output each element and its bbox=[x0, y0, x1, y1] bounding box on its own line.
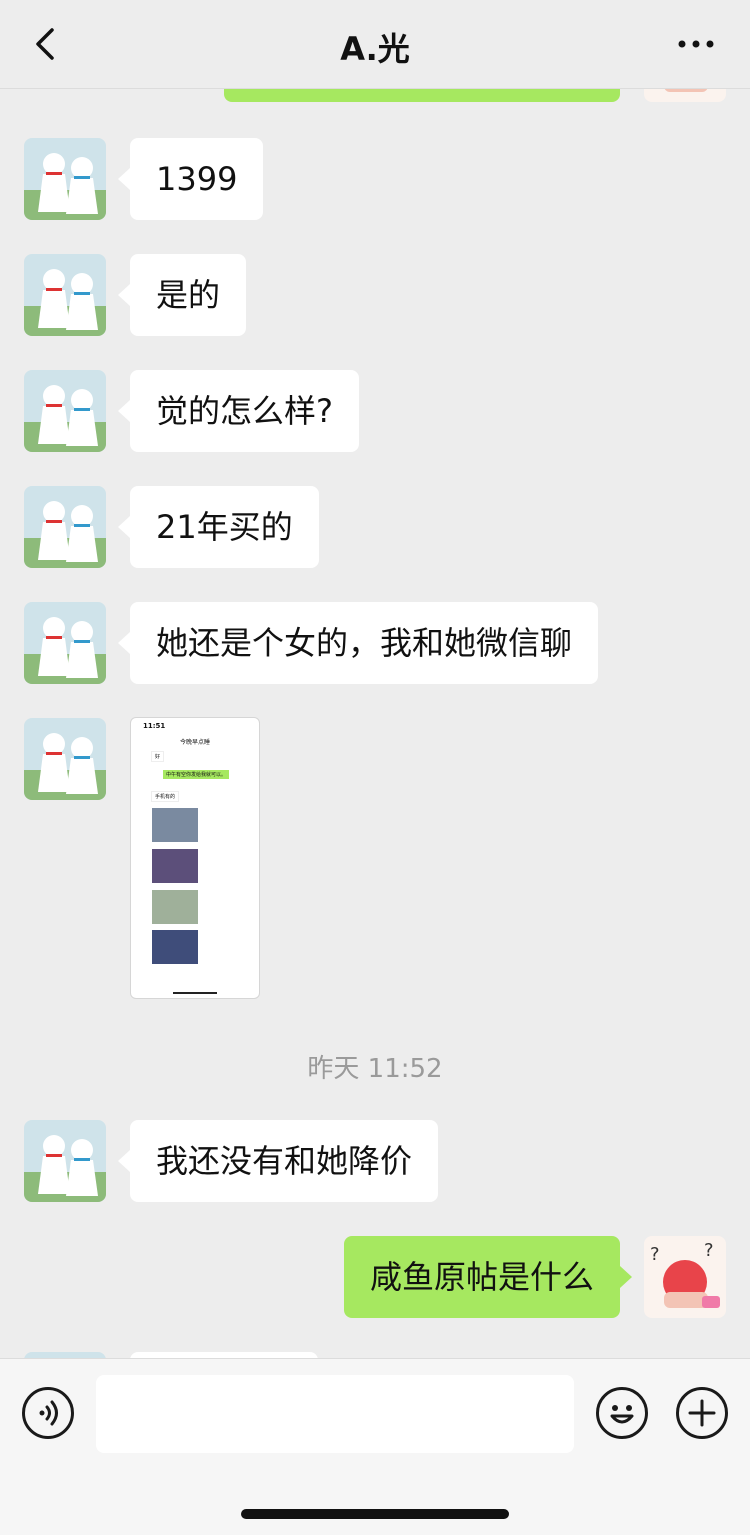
screenshot-image-message[interactable]: 11:51 今晚早点睡 好 中午有空你发给我就可以。 手机有的 bbox=[130, 717, 260, 999]
plus-icon bbox=[688, 1399, 716, 1427]
contact-avatar[interactable] bbox=[24, 1120, 106, 1202]
thumb-status-time: 11:51 bbox=[143, 722, 166, 730]
contact-avatar[interactable] bbox=[24, 254, 106, 336]
chat-header: A.光 bbox=[0, 0, 750, 89]
received-message[interactable]: 觉的怎么样? bbox=[118, 370, 359, 452]
chat-title: A.光 bbox=[340, 30, 410, 68]
message-input[interactable] bbox=[96, 1375, 574, 1453]
more-actions-button[interactable] bbox=[676, 1387, 728, 1439]
contact-avatar[interactable] bbox=[24, 602, 106, 684]
emoji-button[interactable] bbox=[596, 1387, 648, 1439]
thumb-photo bbox=[152, 890, 198, 924]
chat-area[interactable]: 1399 是的 觉的怎么样? 21年买的 她还是个女的，我和她微信聊 11:51… bbox=[0, 0, 750, 1358]
contact-avatar[interactable] bbox=[24, 486, 106, 568]
home-indicator[interactable] bbox=[241, 1509, 509, 1519]
svg-text:?: ? bbox=[704, 1240, 714, 1261]
thumb-photo bbox=[152, 808, 198, 842]
input-bar bbox=[0, 1358, 750, 1535]
thumb-title: 今晚早点睡 bbox=[179, 739, 210, 746]
thumb-photo bbox=[152, 849, 198, 883]
emoji-icon bbox=[610, 1405, 634, 1424]
contact-avatar[interactable] bbox=[24, 718, 106, 800]
thumb-msg1: 好 bbox=[151, 751, 165, 762]
contact-avatar[interactable] bbox=[24, 370, 106, 452]
sent-message[interactable]: 咸鱼原帖是什么 bbox=[343, 1236, 633, 1318]
received-message[interactable]: 1399 bbox=[117, 138, 264, 220]
received-message[interactable]: 是的 bbox=[117, 254, 247, 336]
svg-text:?: ? bbox=[650, 1244, 660, 1265]
received-message[interactable]: 21年买的 bbox=[118, 486, 319, 568]
thumb-msg3: 手机有的 bbox=[151, 791, 180, 802]
thumb-photo bbox=[152, 930, 198, 964]
received-message[interactable]: 她还是个女的，我和她微信聊 bbox=[117, 602, 599, 684]
self-avatar[interactable]: ? ? bbox=[644, 1236, 726, 1318]
received-message[interactable]: 我还没有和她降价 bbox=[117, 1120, 439, 1202]
more-options-icon[interactable] bbox=[676, 34, 716, 54]
voice-icon bbox=[39, 1400, 58, 1426]
voice-input-button[interactable] bbox=[22, 1387, 74, 1439]
thumb-home-indicator bbox=[173, 992, 217, 994]
message-timestamp: 昨天 11:52 bbox=[307, 1054, 443, 1084]
thumb-msg2: 中午有空你发给我就可以。 bbox=[163, 770, 230, 779]
contact-avatar[interactable] bbox=[24, 138, 106, 220]
